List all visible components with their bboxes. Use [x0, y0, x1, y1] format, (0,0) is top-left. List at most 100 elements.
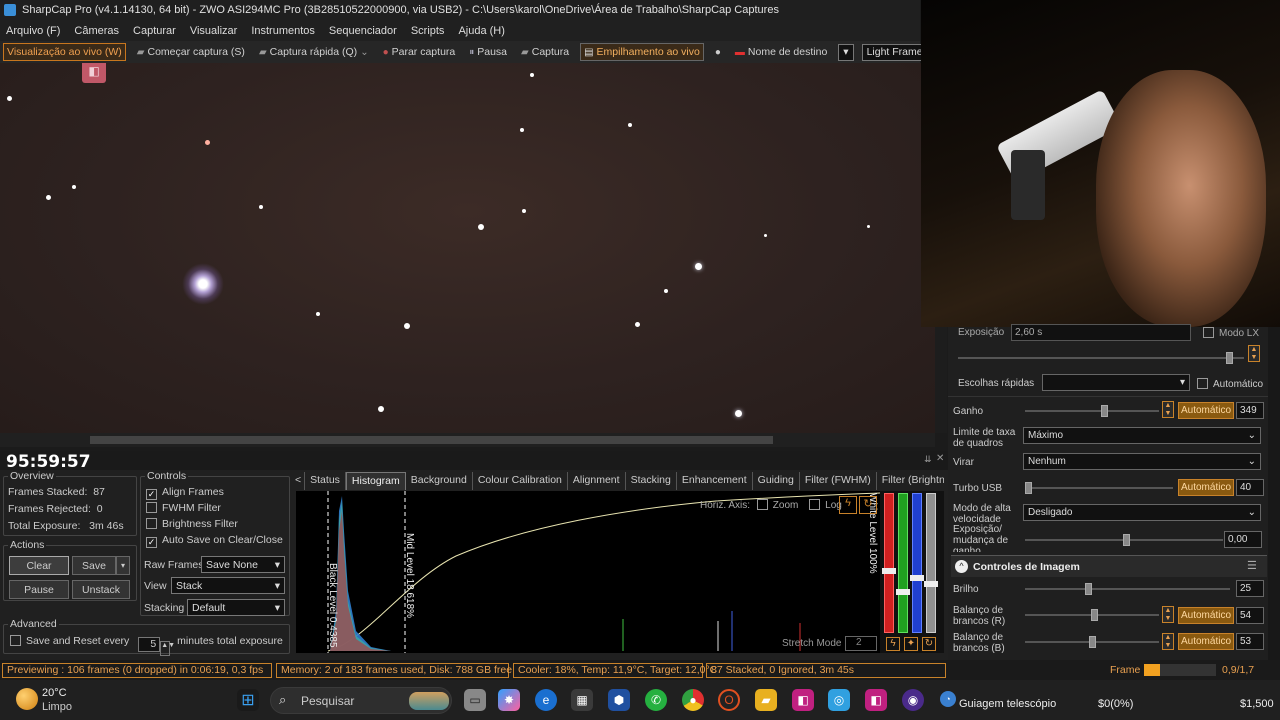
exposure-input[interactable]: 2,60 s — [1011, 324, 1191, 341]
save-button[interactable]: Save — [72, 556, 116, 575]
pause-stack-button[interactable]: Pause — [9, 580, 69, 599]
view-select[interactable]: Stack ▾ — [171, 577, 285, 594]
stacking-select[interactable]: Default ▾ — [187, 599, 285, 616]
task-view-icon[interactable]: ▭ — [464, 689, 486, 711]
gain-auto-button[interactable]: Automático — [1178, 402, 1234, 419]
reset-icon[interactable]: ↻ — [859, 496, 877, 514]
capture-app-icon[interactable]: ◎ — [828, 689, 850, 711]
gain-value[interactable]: 349 — [1236, 402, 1264, 419]
tab-stacking[interactable]: Stacking — [626, 472, 677, 490]
wb-blue-value[interactable]: 53 — [1236, 633, 1264, 650]
store-icon[interactable]: ▦ — [571, 689, 593, 711]
brightness-value[interactable]: 25 — [1236, 580, 1264, 597]
brightness-slider-knob[interactable] — [1085, 583, 1092, 595]
log-checkbox[interactable] — [809, 499, 821, 510]
tab-filter-fwhm[interactable]: Filter (FWHM) — [800, 472, 877, 490]
close-icon[interactable]: ✕ — [936, 453, 944, 464]
stop-capture-button[interactable]: ● Parar captura — [380, 43, 459, 61]
refresh-icon[interactable]: ↻ — [922, 637, 936, 651]
tab-guiding[interactable]: Guiding — [753, 472, 800, 490]
notification-app-icon[interactable]: ◔ — [940, 691, 956, 707]
file-explorer-icon[interactable]: ▰ — [755, 689, 777, 711]
lum-level-slider[interactable] — [926, 493, 936, 633]
gain-slider-knob[interactable] — [1101, 405, 1108, 417]
save-reset-checkbox[interactable] — [10, 635, 21, 646]
tab-alignment[interactable]: Alignment — [568, 472, 626, 490]
zoom-checkbox[interactable] — [756, 499, 768, 510]
usb-turbo-value[interactable]: 40 — [1236, 479, 1264, 496]
red-level-slider[interactable] — [884, 493, 894, 633]
clear-button[interactable]: Clear — [9, 556, 69, 575]
sharpcap-taskbar-icon[interactable]: ◧ — [865, 689, 887, 711]
brightness-filter-checkbox[interactable] — [146, 518, 157, 529]
exp-change-slider-knob[interactable] — [1123, 534, 1130, 546]
image-controls-header[interactable]: ^ Controles de Imagem ☰ — [951, 555, 1267, 577]
whatsapp-icon[interactable]: ✆ — [645, 689, 667, 711]
green-level-slider[interactable] — [898, 493, 908, 633]
wb-red-spinner[interactable]: ▲ ▼ — [1162, 606, 1174, 623]
unstack-button[interactable]: Unstack — [72, 580, 130, 599]
green-handle[interactable] — [896, 589, 910, 595]
target-name-input[interactable]: ▾ — [838, 43, 854, 61]
wb-red-auto-button[interactable]: Automático — [1178, 607, 1234, 624]
app-icon[interactable]: ⬢ — [608, 689, 630, 711]
live-view-button[interactable]: Visualização ao vivo (W) — [3, 43, 126, 61]
wb-blue-slider-knob[interactable] — [1089, 636, 1096, 648]
histogram-display[interactable]: Black Level 0.4385 Mid Level 18.618% Whi… — [296, 491, 880, 653]
usb-turbo-slider-knob[interactable] — [1025, 482, 1032, 494]
pin-icon[interactable]: ⇊ — [924, 454, 932, 465]
preview-horizontal-scrollbar[interactable] — [0, 433, 935, 447]
tab-colour-calibration[interactable]: Colour Calibration — [473, 472, 568, 490]
fwhm-filter-checkbox[interactable] — [146, 502, 157, 513]
save-reset-minutes-input[interactable]: 5 — [138, 637, 161, 652]
live-stack-button[interactable]: ▤ Empilhamento ao vivo — [580, 43, 704, 61]
auto-checkbox[interactable] — [1197, 378, 1208, 389]
wb-blue-slider[interactable] — [1025, 636, 1159, 648]
lx-mode-checkbox[interactable] — [1203, 327, 1214, 338]
align-frames-checkbox[interactable]: ✓ — [146, 489, 157, 500]
gain-slider[interactable] — [1025, 405, 1159, 417]
exp-change-slider[interactable] — [1025, 534, 1223, 546]
tabs-scroll-left[interactable]: < — [292, 472, 306, 490]
sparkle-icon[interactable]: ✦ — [904, 637, 918, 651]
save-dropdown-button[interactable]: ▾ — [116, 556, 130, 575]
windows-start-icon[interactable]: ⊞ — [237, 689, 259, 711]
start-capture-button[interactable]: ▰ Começar captura (S) — [134, 43, 248, 61]
menu-scripts[interactable]: Scripts — [411, 25, 445, 37]
collapse-icon[interactable]: ^ — [955, 560, 968, 573]
spin-arrows-icon[interactable]: ▲▼ — [160, 641, 175, 656]
menu-help[interactable]: Ajuda (H) — [458, 25, 504, 37]
tab-status[interactable]: Status — [305, 472, 346, 490]
lum-handle[interactable] — [924, 581, 938, 587]
auto-save-checkbox[interactable]: ✓ — [146, 537, 157, 548]
frame-rate-select[interactable]: Máximo ⌄ — [1023, 427, 1261, 444]
chrome-icon[interactable]: ● — [682, 689, 704, 711]
stretch-mode-select[interactable]: 2 — [845, 636, 877, 651]
blue-level-slider[interactable] — [912, 493, 922, 633]
stellarium-icon[interactable]: ◉ — [902, 689, 924, 711]
exposure-spinner[interactable]: ▲ ▼ — [1248, 345, 1260, 362]
menu-capture[interactable]: Capturar — [133, 25, 176, 37]
weather-moon-icon[interactable] — [16, 688, 38, 710]
edge-icon[interactable]: e — [535, 689, 557, 711]
raw-frames-select[interactable]: Save None ▾ — [201, 556, 285, 573]
quick-capture-button[interactable]: ▰ Captura rápida (Q) ⌄ — [256, 43, 372, 61]
menu-file[interactable]: Arquivo (F) — [6, 25, 60, 37]
exp-change-value[interactable]: 0,00 — [1224, 531, 1262, 548]
menu-cameras[interactable]: Câmeras — [74, 25, 119, 37]
live-preview-image[interactable]: ◧ — [0, 63, 935, 433]
menu-sequencer[interactable]: Sequenciador — [329, 25, 397, 37]
wb-red-slider-knob[interactable] — [1091, 609, 1098, 621]
search-bar[interactable]: ⌕ Pesquisar — [270, 687, 452, 714]
usb-turbo-slider[interactable] — [1025, 482, 1173, 494]
zoom-indicator-icon[interactable]: ◧ — [82, 63, 106, 83]
tab-histogram[interactable]: Histogram — [345, 472, 406, 490]
circle-button[interactable]: ● — [712, 43, 724, 61]
onenote-icon[interactable]: ◧ — [792, 689, 814, 711]
red-handle[interactable] — [882, 568, 896, 574]
auto-stretch-icon[interactable]: ϟ — [839, 496, 857, 514]
pause-button[interactable]: ⏸ Pausa — [466, 43, 510, 61]
usb-auto-button[interactable]: Automático — [1178, 479, 1234, 496]
wb-blue-auto-button[interactable]: Automático — [1178, 633, 1234, 650]
opera-icon[interactable]: O — [718, 689, 740, 711]
